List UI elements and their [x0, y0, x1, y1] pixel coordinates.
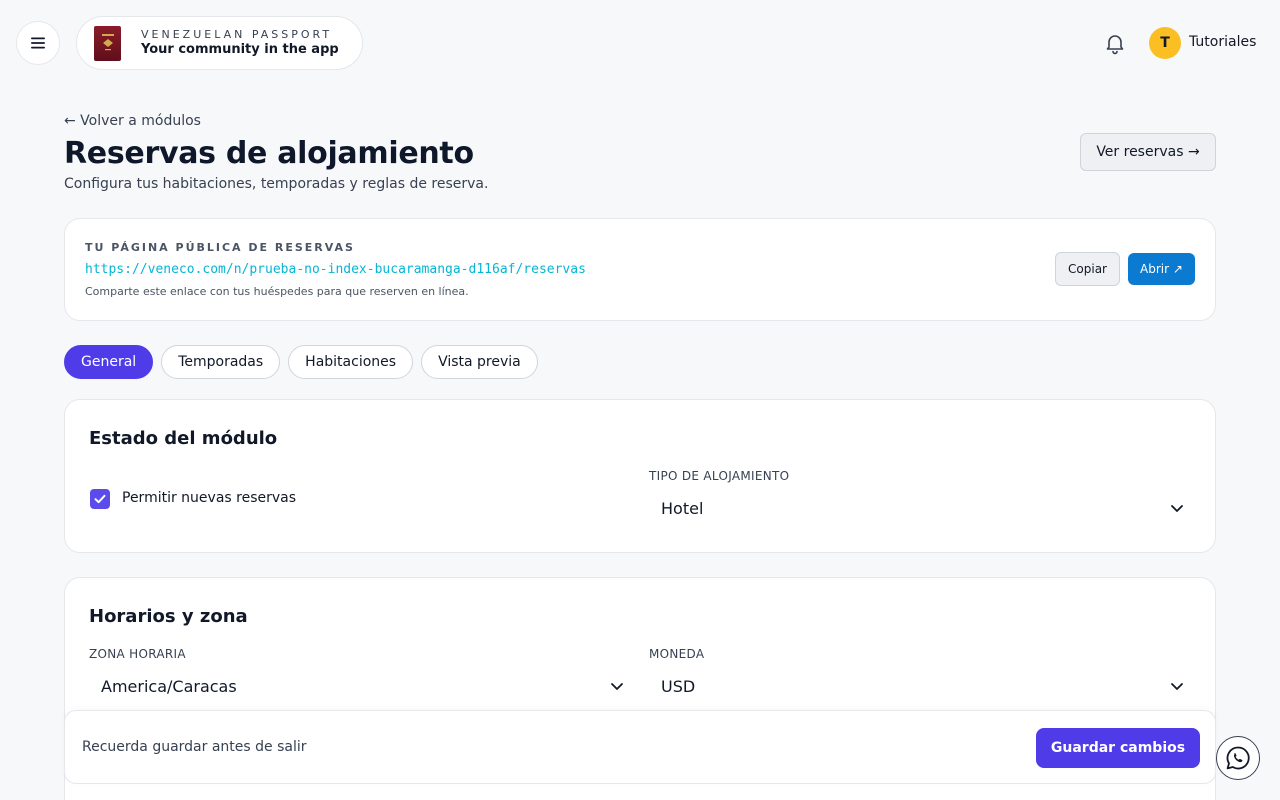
- back-to-modules-link[interactable]: ← Volver a módulos: [64, 113, 201, 129]
- page-subtitle: Configura tus habitaciones, temporadas y…: [64, 176, 489, 192]
- check-icon: [94, 494, 106, 504]
- tab-general[interactable]: General: [64, 345, 154, 379]
- view-bookings-button[interactable]: Ver reservas →: [1080, 133, 1216, 171]
- timezone-label: ZONA HORARIA: [89, 647, 186, 661]
- accommodation-type-value: Hotel: [661, 498, 704, 518]
- currency-label: MONEDA: [649, 647, 705, 661]
- public-page-hint: Comparte este enlace con tus huéspedes p…: [85, 285, 469, 298]
- copy-button[interactable]: Copiar: [1055, 252, 1120, 286]
- timezone-value: America/Caracas: [101, 676, 237, 696]
- allow-bookings-label[interactable]: Permitir nuevas reservas: [122, 490, 296, 506]
- hamburger-icon: [31, 37, 45, 49]
- open-button[interactable]: Abrir ↗: [1128, 253, 1195, 285]
- currency-value: USD: [661, 676, 696, 696]
- public-page-label: TU PÁGINA PÚBLICA DE RESERVAS: [85, 241, 355, 254]
- chevron-down-icon: [611, 683, 623, 690]
- allow-bookings-checkbox[interactable]: [90, 489, 110, 509]
- chevron-down-icon: [1171, 683, 1183, 690]
- accommodation-type-select[interactable]: Hotel: [649, 490, 1189, 526]
- brand-top-text: VENEZUELAN PASSPORT: [141, 28, 333, 41]
- page-title: Reservas de alojamiento: [64, 136, 474, 171]
- schedule-title: Horarios y zona: [89, 606, 248, 627]
- whatsapp-button[interactable]: [1216, 736, 1260, 780]
- bell-icon: [1106, 35, 1124, 55]
- save-changes-button[interactable]: Guardar cambios: [1036, 728, 1200, 768]
- tab-rooms[interactable]: Habitaciones: [288, 345, 414, 379]
- brand-logo-link[interactable]: VENEZUELAN PASSPORT Your community in th…: [76, 16, 363, 70]
- currency-select[interactable]: USD: [649, 668, 1189, 704]
- save-hint: Recuerda guardar antes de salir: [82, 739, 307, 755]
- chevron-down-icon: [1171, 505, 1183, 512]
- tabs: General Temporadas Habitaciones Vista pr…: [64, 345, 538, 379]
- accommodation-type-label: TIPO DE ALOJAMIENTO: [649, 469, 790, 483]
- passport-icon: [94, 25, 121, 61]
- menu-button[interactable]: [16, 21, 60, 65]
- avatar[interactable]: T: [1149, 27, 1181, 59]
- module-status-card: Estado del módulo Permitir nuevas reserv…: [64, 399, 1216, 553]
- user-name[interactable]: Tutoriales: [1189, 34, 1256, 50]
- tab-seasons[interactable]: Temporadas: [161, 345, 281, 379]
- whatsapp-icon: [1226, 746, 1250, 770]
- brand-bottom-text: Your community in the app: [141, 42, 339, 57]
- module-status-title: Estado del módulo: [89, 428, 278, 449]
- public-page-card: TU PÁGINA PÚBLICA DE RESERVAS https://ve…: [64, 218, 1216, 321]
- save-bar: Recuerda guardar antes de salir Guardar …: [64, 710, 1216, 784]
- public-page-url[interactable]: https://veneco.com/n/prueba-no-index-buc…: [85, 262, 586, 277]
- notifications-button[interactable]: [1103, 31, 1127, 55]
- timezone-select[interactable]: America/Caracas: [89, 668, 629, 704]
- tab-preview[interactable]: Vista previa: [421, 345, 538, 379]
